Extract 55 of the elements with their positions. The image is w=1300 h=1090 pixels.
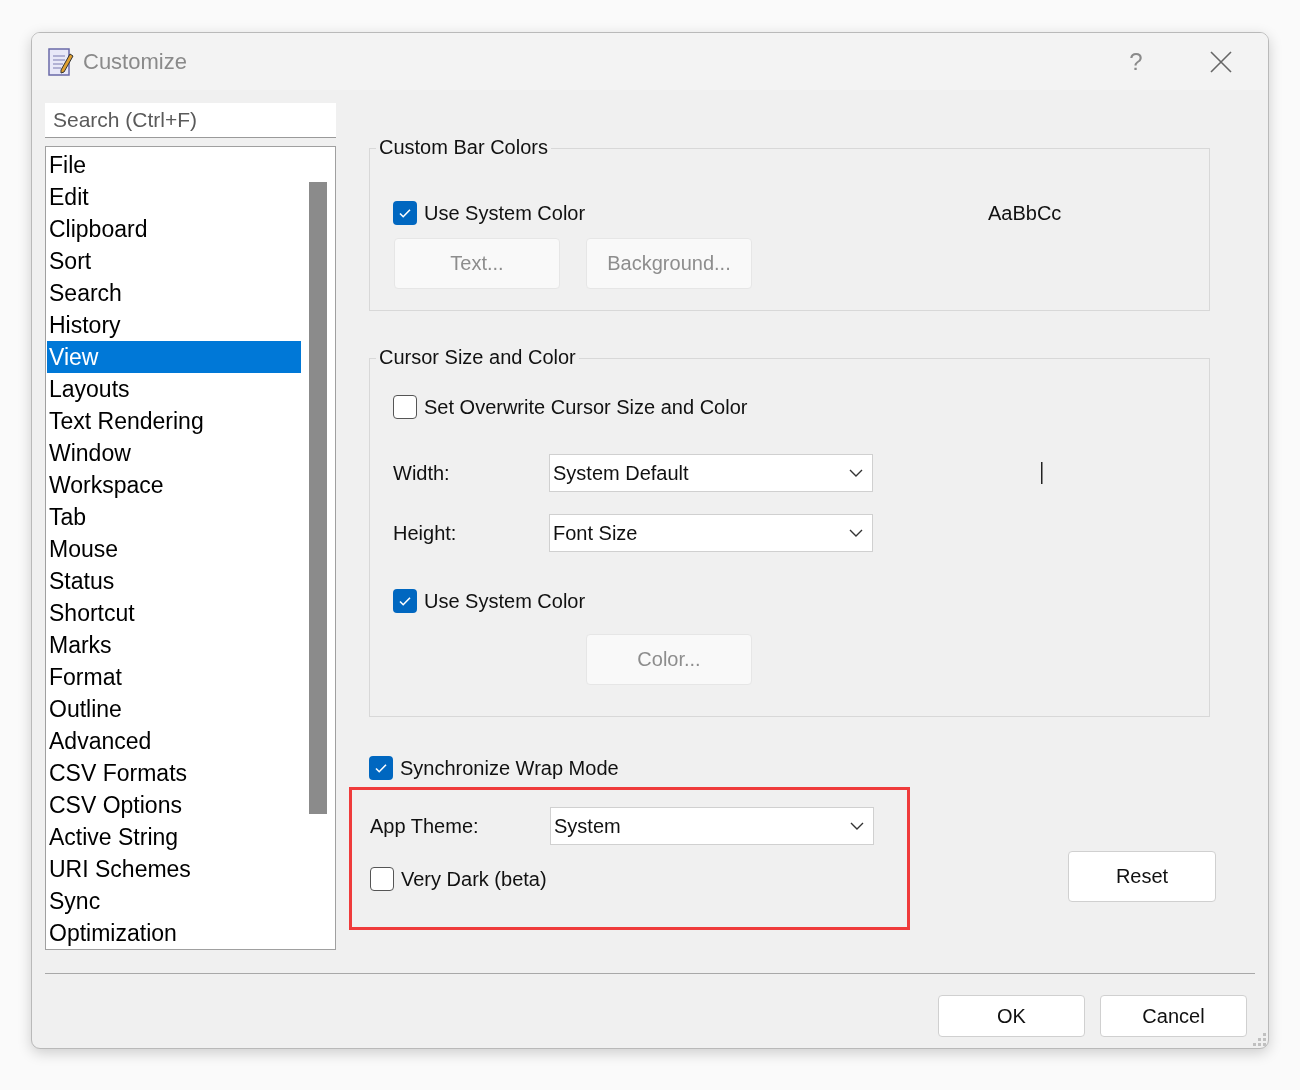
preview-text: AaBbCc [988, 201, 1062, 225]
dialog-button[interactable]: Cancel [1100, 995, 1247, 1037]
checkbox-label: Use System Color [424, 589, 586, 613]
checkbox[interactable] [393, 395, 417, 419]
field-label: App Theme: [370, 814, 480, 838]
category-item[interactable]: Active String [47, 821, 301, 853]
category-item[interactable]: History [47, 309, 301, 341]
category-item[interactable]: CSV Options [47, 789, 301, 821]
category-item[interactable]: Sort [47, 245, 301, 277]
category-item[interactable]: Layouts [47, 373, 301, 405]
category-item[interactable]: CSV Formats [47, 757, 301, 789]
checkbox-label: Very Dark (beta) [401, 867, 547, 891]
category-item[interactable]: Optimization [47, 917, 301, 949]
resize-grip-icon[interactable] [1252, 1032, 1266, 1046]
category-item[interactable]: Sync [47, 885, 301, 917]
category-item[interactable]: Workspace [47, 469, 301, 501]
category-item[interactable]: Window [47, 437, 301, 469]
search-field[interactable]: Search (Ctrl+F) [45, 103, 336, 138]
chevron-down-icon [849, 821, 865, 831]
category-item[interactable]: Search [47, 277, 301, 309]
dropdown[interactable]: Font Size [549, 514, 873, 552]
category-item[interactable]: Marks [47, 629, 301, 661]
notepad-icon [46, 45, 76, 78]
category-item[interactable]: Clipboard [47, 213, 301, 245]
close-icon [1210, 50, 1232, 73]
checkbox[interactable] [370, 867, 394, 891]
text-cursor-icon [1040, 462, 1044, 484]
category-item[interactable]: Status [47, 565, 301, 597]
window-title: Customize [83, 48, 188, 75]
field-label: Height: [393, 521, 458, 545]
category-item[interactable]: URI Schemes [47, 853, 301, 885]
category-item[interactable]: Mouse [47, 533, 301, 565]
checkbox-label: Synchronize Wrap Mode [400, 756, 619, 780]
category-item[interactable]: View [47, 341, 301, 373]
dialog-button[interactable]: OK [938, 995, 1085, 1037]
chevron-down-icon [848, 528, 864, 538]
dropdown[interactable]: System [550, 807, 874, 845]
category-item[interactable]: Advanced [47, 725, 301, 757]
category-item[interactable]: File [47, 149, 301, 181]
checkbox[interactable] [369, 756, 393, 780]
checkbox[interactable] [393, 201, 417, 225]
checkbox-label: Use System Color [424, 201, 586, 225]
category-item[interactable]: Tab [47, 501, 301, 533]
category-item[interactable]: Edit [47, 181, 301, 213]
category-item[interactable]: Format [47, 661, 301, 693]
chevron-down-icon [848, 468, 864, 478]
checkbox-label: Set Overwrite Cursor Size and Color [424, 395, 748, 419]
category-item[interactable]: Text Rendering [47, 405, 301, 437]
scrollbar-thumb[interactable] [309, 182, 327, 814]
dropdown[interactable]: System Default [549, 454, 873, 492]
category-item[interactable]: Shortcut [47, 597, 301, 629]
field-label: Width: [393, 461, 451, 485]
category-item[interactable]: Outline [47, 693, 301, 725]
checkbox[interactable] [393, 589, 417, 613]
reset-button[interactable]: Reset [1068, 851, 1216, 902]
